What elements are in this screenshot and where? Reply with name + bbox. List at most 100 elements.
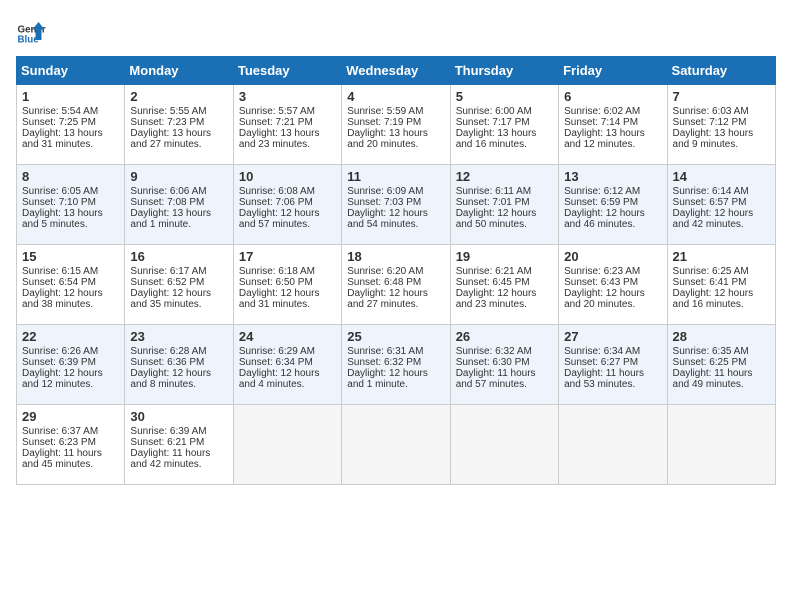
- day-info: Sunset: 6:23 PM: [22, 437, 119, 448]
- calendar-cell: 20Sunrise: 6:23 AMSunset: 6:43 PMDayligh…: [559, 245, 667, 325]
- day-info: Sunrise: 6:28 AM: [130, 346, 227, 357]
- day-info: Sunset: 6:34 PM: [239, 357, 336, 368]
- day-info: Sunrise: 6:06 AM: [130, 186, 227, 197]
- calendar-cell: 1Sunrise: 5:54 AMSunset: 7:25 PMDaylight…: [17, 85, 125, 165]
- day-header-tuesday: Tuesday: [233, 57, 341, 85]
- day-info: Daylight: 13 hours and 16 minutes.: [456, 128, 553, 150]
- day-info: Sunrise: 6:17 AM: [130, 266, 227, 277]
- day-number: 25: [347, 329, 444, 344]
- calendar-cell: [667, 405, 775, 485]
- day-info: Daylight: 12 hours and 57 minutes.: [239, 208, 336, 230]
- day-info: Sunrise: 6:15 AM: [22, 266, 119, 277]
- day-info: Sunset: 6:57 PM: [673, 197, 770, 208]
- day-info: Sunset: 6:45 PM: [456, 277, 553, 288]
- day-info: Daylight: 12 hours and 4 minutes.: [239, 368, 336, 390]
- day-info: Sunset: 7:06 PM: [239, 197, 336, 208]
- day-info: Daylight: 12 hours and 16 minutes.: [673, 288, 770, 310]
- day-info: Sunrise: 6:00 AM: [456, 106, 553, 117]
- calendar-week-row: 29Sunrise: 6:37 AMSunset: 6:23 PMDayligh…: [17, 405, 776, 485]
- day-number: 18: [347, 249, 444, 264]
- day-number: 16: [130, 249, 227, 264]
- day-header-saturday: Saturday: [667, 57, 775, 85]
- calendar-cell: [233, 405, 341, 485]
- day-number: 13: [564, 169, 661, 184]
- day-info: Sunrise: 6:20 AM: [347, 266, 444, 277]
- day-info: Daylight: 12 hours and 1 minute.: [347, 368, 444, 390]
- calendar-cell: 4Sunrise: 5:59 AMSunset: 7:19 PMDaylight…: [342, 85, 450, 165]
- day-info: Sunset: 7:01 PM: [456, 197, 553, 208]
- calendar-cell: 27Sunrise: 6:34 AMSunset: 6:27 PMDayligh…: [559, 325, 667, 405]
- day-info: Sunset: 6:21 PM: [130, 437, 227, 448]
- day-info: Daylight: 12 hours and 8 minutes.: [130, 368, 227, 390]
- calendar-cell: 26Sunrise: 6:32 AMSunset: 6:30 PMDayligh…: [450, 325, 558, 405]
- day-info: Daylight: 12 hours and 23 minutes.: [456, 288, 553, 310]
- calendar-cell: 9 Sunrise: 6:06 AMSunset: 7:08 PMDaylight…: [125, 165, 233, 245]
- day-info: Sunrise: 6:25 AM: [673, 266, 770, 277]
- calendar-week-row: 1Sunrise: 5:54 AMSunset: 7:25 PMDaylight…: [17, 85, 776, 165]
- day-info: Sunset: 7:19 PM: [347, 117, 444, 128]
- day-info: Daylight: 12 hours and 27 minutes.: [347, 288, 444, 310]
- day-number: 20: [564, 249, 661, 264]
- calendar-cell: 23Sunrise: 6:28 AMSunset: 6:36 PMDayligh…: [125, 325, 233, 405]
- day-info: Sunset: 7:10 PM: [22, 197, 119, 208]
- day-info: Sunset: 6:59 PM: [564, 197, 661, 208]
- calendar-cell: 2Sunrise: 5:55 AMSunset: 7:23 PMDaylight…: [125, 85, 233, 165]
- day-info: Sunset: 7:12 PM: [673, 117, 770, 128]
- day-info: Daylight: 13 hours and 31 minutes.: [22, 128, 119, 150]
- day-info: Sunrise: 6:05 AM: [22, 186, 119, 197]
- day-info: Sunrise: 6:12 AM: [564, 186, 661, 197]
- day-info: Daylight: 13 hours and 1 minute.: [130, 208, 227, 230]
- day-info: Daylight: 12 hours and 42 minutes.: [673, 208, 770, 230]
- day-info: Daylight: 11 hours and 57 minutes.: [456, 368, 553, 390]
- day-number: 8: [22, 169, 119, 184]
- day-number: 9: [130, 169, 227, 184]
- day-info: Sunrise: 6:34 AM: [564, 346, 661, 357]
- day-number: 26: [456, 329, 553, 344]
- day-number: 12: [456, 169, 553, 184]
- calendar-cell: 11Sunrise: 6:09 AMSunset: 7:03 PMDayligh…: [342, 165, 450, 245]
- day-number: 3: [239, 89, 336, 104]
- day-info: Daylight: 11 hours and 53 minutes.: [564, 368, 661, 390]
- calendar-cell: 15Sunrise: 6:15 AMSunset: 6:54 PMDayligh…: [17, 245, 125, 325]
- logo: General Blue: [16, 16, 46, 46]
- day-number: 15: [22, 249, 119, 264]
- day-info: Sunset: 6:52 PM: [130, 277, 227, 288]
- day-info: Daylight: 12 hours and 31 minutes.: [239, 288, 336, 310]
- day-info: Daylight: 12 hours and 35 minutes.: [130, 288, 227, 310]
- day-number: 28: [673, 329, 770, 344]
- day-info: Sunset: 6:36 PM: [130, 357, 227, 368]
- day-header-friday: Friday: [559, 57, 667, 85]
- day-info: Sunset: 6:41 PM: [673, 277, 770, 288]
- day-info: Sunset: 6:50 PM: [239, 277, 336, 288]
- day-info: Sunset: 7:08 PM: [130, 197, 227, 208]
- day-info: Sunrise: 6:31 AM: [347, 346, 444, 357]
- day-info: Sunset: 6:48 PM: [347, 277, 444, 288]
- day-info: Sunrise: 6:23 AM: [564, 266, 661, 277]
- calendar-cell: 13 Sunrise: 6:12 AMSunset: 6:59 PMDayligh…: [559, 165, 667, 245]
- day-header-thursday: Thursday: [450, 57, 558, 85]
- day-info: Sunset: 7:23 PM: [130, 117, 227, 128]
- day-info: Sunrise: 6:29 AM: [239, 346, 336, 357]
- day-number: 29: [22, 409, 119, 424]
- calendar-cell: 10Sunrise: 6:08 AMSunset: 7:06 PMDayligh…: [233, 165, 341, 245]
- calendar-cell: 5Sunrise: 6:00 AMSunset: 7:17 PMDaylight…: [450, 85, 558, 165]
- calendar-cell: [342, 405, 450, 485]
- calendar-week-row: 22Sunrise: 6:26 AMSunset: 6:39 PMDayligh…: [17, 325, 776, 405]
- day-number: 2: [130, 89, 227, 104]
- calendar-cell: 17Sunrise: 6:18 AMSunset: 6:50 PMDayligh…: [233, 245, 341, 325]
- calendar-cell: [450, 405, 558, 485]
- day-info: Daylight: 13 hours and 27 minutes.: [130, 128, 227, 150]
- calendar-cell: 21Sunrise: 6:25 AMSunset: 6:41 PMDayligh…: [667, 245, 775, 325]
- day-info: Daylight: 13 hours and 5 minutes.: [22, 208, 119, 230]
- day-header-sunday: Sunday: [17, 57, 125, 85]
- day-info: Sunrise: 6:14 AM: [673, 186, 770, 197]
- calendar-cell: 30Sunrise: 6:39 AMSunset: 6:21 PMDayligh…: [125, 405, 233, 485]
- day-info: Daylight: 11 hours and 45 minutes.: [22, 448, 119, 470]
- day-info: Sunrise: 6:35 AM: [673, 346, 770, 357]
- day-info: Sunrise: 6:03 AM: [673, 106, 770, 117]
- day-info: Sunset: 7:14 PM: [564, 117, 661, 128]
- day-info: Sunrise: 6:11 AM: [456, 186, 553, 197]
- day-number: 22: [22, 329, 119, 344]
- day-info: Daylight: 12 hours and 46 minutes.: [564, 208, 661, 230]
- day-info: Daylight: 12 hours and 54 minutes.: [347, 208, 444, 230]
